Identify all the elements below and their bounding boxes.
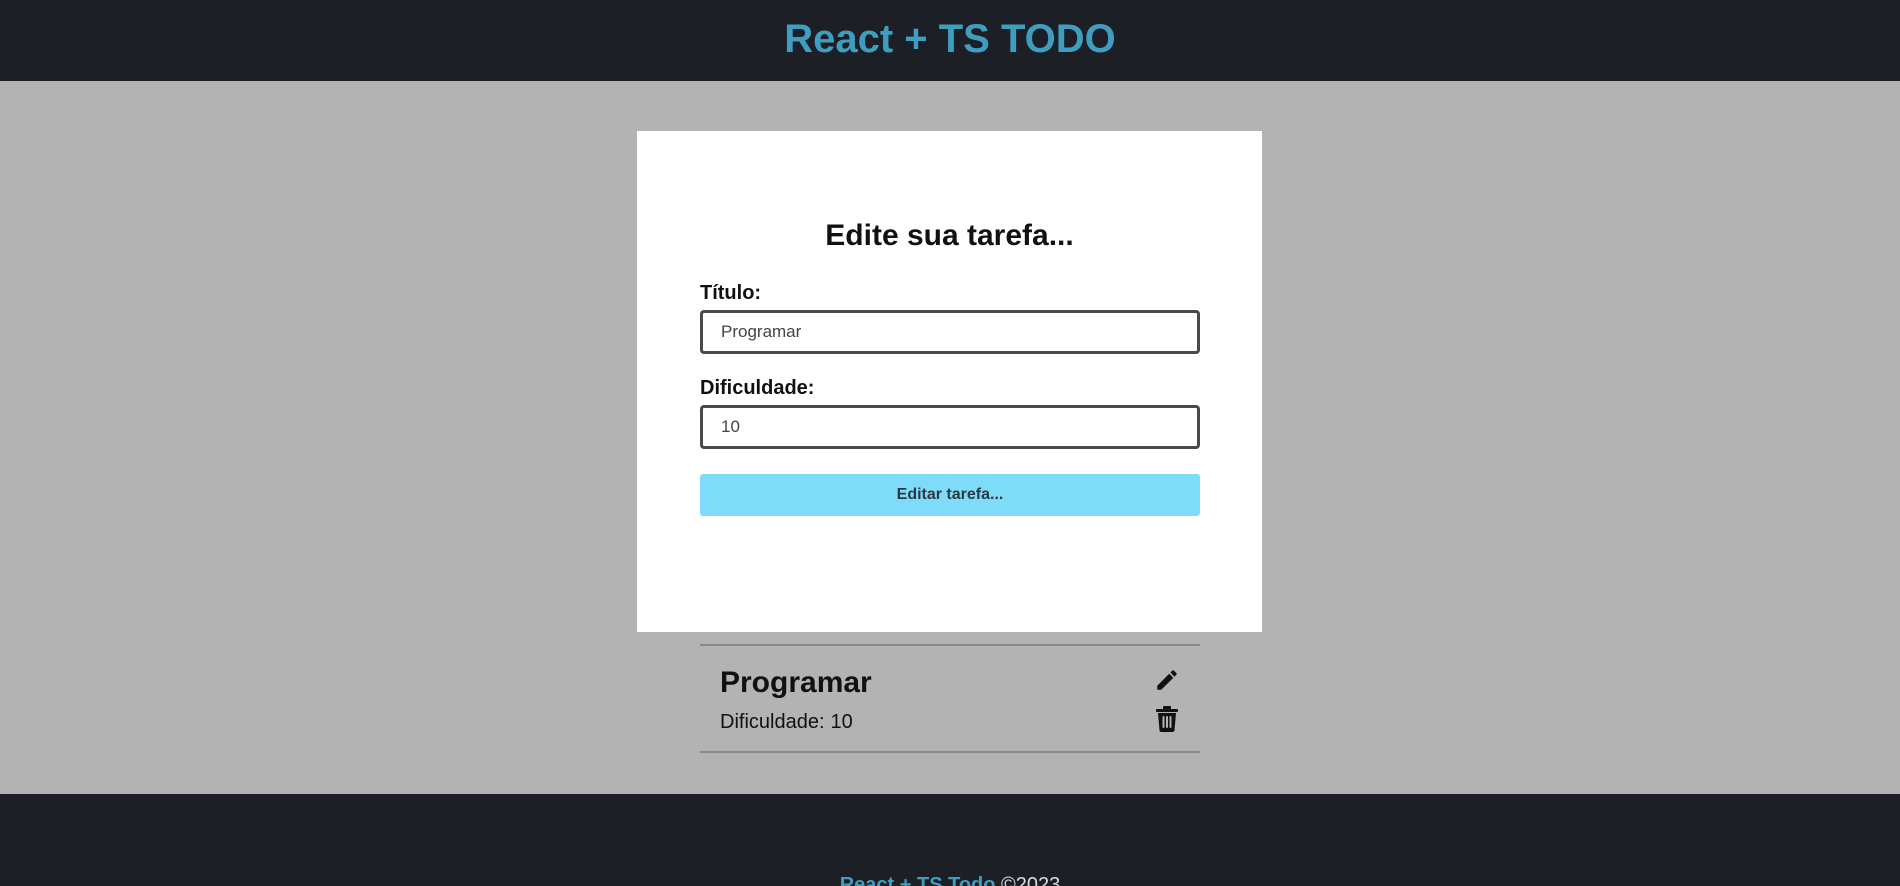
task-title: Programar	[720, 666, 872, 699]
footer-text: React + TS Todo ©2023	[0, 874, 1900, 886]
footer-brand: React + TS Todo	[839, 874, 996, 886]
task-difficulty: Dificuldade: 10	[720, 711, 853, 734]
edit-task-button[interactable]: Editar tarefa...	[700, 474, 1200, 516]
difficulty-input[interactable]	[700, 405, 1200, 449]
app-title: React + TS TODO	[784, 17, 1116, 61]
difficulty-label: Dificuldade:	[700, 377, 815, 399]
task-item: Programar Dificuldade: 10	[700, 644, 1200, 753]
app-footer: React + TS Todo ©2023	[0, 794, 1900, 886]
trash-icon[interactable]	[1153, 705, 1181, 733]
pencil-icon[interactable]	[1153, 666, 1181, 694]
footer-copyright: ©2023	[1001, 874, 1061, 886]
modal-heading: Edite sua tarefa...	[825, 219, 1074, 252]
task-difficulty-value: 10	[830, 711, 853, 733]
title-input[interactable]	[700, 310, 1200, 354]
task-difficulty-label: Dificuldade:	[720, 711, 825, 733]
edit-task-modal: Edite sua tarefa... Título: Dificuldade:…	[637, 131, 1262, 632]
title-label: Título:	[700, 282, 762, 304]
app-header: React + TS TODO	[0, 0, 1900, 81]
